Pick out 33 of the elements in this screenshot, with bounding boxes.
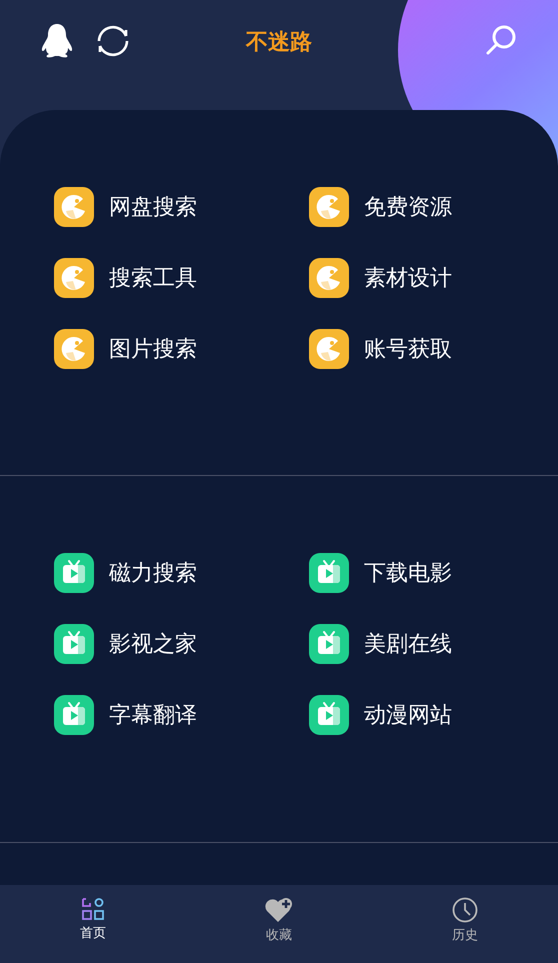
menu-link[interactable]: 美剧在线	[309, 624, 509, 664]
clock-icon	[452, 897, 478, 923]
menu-link[interactable]: 下载电影	[309, 553, 509, 593]
tv-play-icon	[309, 624, 349, 664]
tv-play-icon	[54, 624, 94, 664]
menu-link[interactable]: 网盘搜索	[54, 187, 309, 227]
pacman-icon	[54, 187, 94, 227]
menu-link[interactable]: 字幕翻译	[54, 695, 309, 735]
nav-tab[interactable]: 历史	[372, 885, 558, 963]
pacman-icon	[54, 258, 94, 298]
tv-play-icon	[309, 695, 349, 735]
pacman-icon	[54, 329, 94, 369]
menu-link[interactable]: 搜索工具	[54, 258, 309, 298]
menu-link[interactable]: 免费资源	[309, 187, 509, 227]
nav-tab[interactable]: 收藏	[186, 885, 372, 963]
heart-plus-icon	[264, 897, 294, 923]
app-title: 不迷路	[244, 29, 313, 57]
menu-link[interactable]: 账号获取	[309, 329, 509, 369]
menu-link[interactable]: 图片搜索	[54, 329, 309, 369]
menu-link[interactable]: 影视之家	[54, 624, 309, 664]
penguin-icon[interactable]	[40, 23, 74, 59]
nav-tab[interactable]: 首页	[0, 885, 186, 963]
tv-play-icon	[54, 695, 94, 735]
menu-link[interactable]: 磁力搜索	[54, 553, 309, 593]
pacman-icon	[309, 329, 349, 369]
pacman-icon	[309, 187, 349, 227]
menu-link[interactable]: 素材设计	[309, 258, 509, 298]
apps-grid-icon	[81, 897, 105, 921]
refresh-icon[interactable]	[96, 24, 130, 58]
tv-play-icon	[54, 553, 94, 593]
tv-play-icon	[309, 553, 349, 593]
pacman-icon	[309, 258, 349, 298]
menu-link[interactable]: 动漫网站	[309, 695, 509, 735]
